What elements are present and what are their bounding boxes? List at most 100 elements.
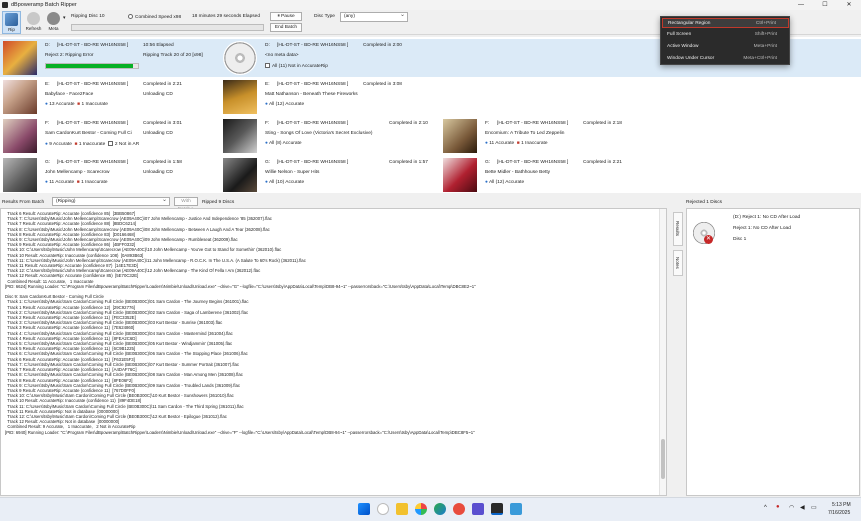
accurate-icon: ●: [485, 180, 488, 185]
drive-card[interactable]: F: [HL-DT-ST - BD-RE WH16NS58 ] Complete…: [220, 117, 438, 155]
combined-speed-value: Combined Speed x98: [135, 14, 182, 20]
rejected-discs-label: Rejected 1 Discs: [686, 200, 722, 205]
drive-device: [HL-DT-ST - BD-RE WH16NS58 ]: [277, 43, 349, 48]
accurate-icon: ●: [265, 141, 268, 146]
meta-button[interactable]: Meta: [44, 11, 63, 34]
drive-card[interactable]: F: [HL-DT-ST - BD-RE WH16NS58 ] Complete…: [0, 117, 218, 155]
chrome-icon[interactable]: [453, 503, 465, 515]
menu-item-shortcut: Meta+Ctrl+Print: [743, 56, 777, 61]
visual-studio-icon[interactable]: [472, 503, 484, 515]
menu-item-full-screen[interactable]: Full Screen Shift+Print: [662, 30, 789, 40]
refresh-button[interactable]: Refresh: [24, 11, 43, 34]
results-from-batch-label: Results From Batch: [2, 200, 45, 205]
drive-status: 10:56 Elapsed: [143, 43, 174, 48]
error-icon: ✕: [704, 235, 713, 244]
drive-status: Completed in 1:58: [143, 160, 182, 165]
app-icon: [2, 2, 8, 8]
refresh-icon: [27, 12, 40, 25]
tray-chevron-icon[interactable]: ^: [764, 505, 767, 511]
rip-icon: [5, 13, 18, 26]
drive-device: [HL-DT-ST - BD-RE WH16NS58 ]: [277, 121, 349, 126]
drive-card[interactable]: F: [HL-DT-ST - BD-RE WH16NS58 ] Complete…: [440, 117, 650, 155]
accurate-icon: ●: [45, 102, 48, 107]
tab-results[interactable]: Results: [673, 212, 683, 246]
drive-card[interactable]: E: [HL-DT-ST - BD-RE WH16NS58 ] Complete…: [220, 78, 520, 116]
drive-card[interactable]: D: [HL-DT-ST - BD-RE WH16NS58 ] Complete…: [220, 39, 520, 77]
end-batch-button[interactable]: End Batch: [270, 23, 302, 32]
results-log[interactable]: Track 6 Result: AccurateRip: Accurate (c…: [0, 208, 667, 496]
volume-icon[interactable]: ◀: [800, 504, 805, 511]
drive-row: F: [HL-DT-ST - BD-RE WH16NS58 ] Complete…: [0, 117, 861, 155]
drive-card[interactable]: G: [HL-DT-ST - BD-RE WH16NS58 ] Complete…: [0, 156, 218, 194]
results-batch-select[interactable]: (Ripping): [52, 196, 170, 206]
log-scrollbar[interactable]: [659, 209, 666, 495]
menu-item-window-under-cursor[interactable]: Window Under Cursor Meta+Ctrl+Print: [662, 54, 789, 64]
app-taskbar-icon[interactable]: [510, 503, 522, 515]
drive-album-text: Bette Midler - Bathhouse Betty: [485, 170, 551, 175]
drive-card[interactable]: E: [HL-DT-ST - BD-RE WH16NS58 ] Complete…: [0, 78, 218, 116]
tab-results-label: Results: [675, 221, 680, 237]
drive-device: [HL-DT-ST - BD-RE WH16NS58 ]: [277, 160, 349, 165]
search-icon[interactable]: [377, 503, 389, 515]
taskbar: ^ ● ◠ ◀ ▭ 5:13 PM 7/16/2025: [0, 497, 861, 521]
tab-notes[interactable]: Notes: [673, 250, 683, 276]
menu-item-active-window[interactable]: Active Window Meta+Print: [662, 42, 789, 52]
drive-album-text: Sting - Songs Of Love (Victoria's Secret…: [265, 131, 373, 136]
file-explorer-icon[interactable]: [396, 503, 408, 515]
drive-result: ● All (8) Accurate: [265, 141, 302, 146]
drive-device: [HL-DT-ST - BD-RE WH16NS58 ]: [57, 82, 129, 87]
drive-letter: D:: [45, 43, 50, 48]
album-cover: [223, 119, 257, 153]
wifi-icon[interactable]: ◠: [789, 504, 794, 511]
drive-result: ● 11 Accurate ■ 1 Inaccurate: [45, 180, 108, 185]
album-cover: [3, 80, 37, 114]
cd-disc-icon: [223, 41, 257, 75]
combined-speed-text: Combined Speed x98: [128, 14, 181, 20]
maximize-button[interactable]: ☐: [813, 0, 837, 10]
clock-date[interactable]: 7/16/2025: [828, 510, 850, 516]
minimize-button[interactable]: —: [789, 0, 813, 10]
drive-device: [HL-DT-ST - BD-RE WH16NS58 ]: [497, 121, 569, 126]
inaccurate-count: 1 Inaccurate: [81, 180, 108, 185]
drive-letter: G:: [45, 160, 51, 165]
battery-icon[interactable]: ▭: [811, 504, 817, 511]
drive-device: [HL-DT-ST - BD-RE WH16NS58 ]: [57, 160, 129, 165]
drive-result: ● All (10) Accurate: [265, 180, 304, 185]
drive-result: ● All (12) Accurate: [265, 102, 304, 107]
disc-type-select[interactable]: (any): [340, 11, 408, 22]
menu-item-rectangular-region[interactable]: Rectangular Region Ctrl+Print: [662, 18, 789, 28]
drive-device: [HL-DT-ST - BD-RE WH16NS58 ]: [497, 160, 569, 165]
batch-ripper-taskbar-icon[interactable]: [491, 503, 503, 515]
photos-icon[interactable]: [415, 503, 427, 515]
menu-item-shortcut: Ctrl+Print: [755, 21, 776, 26]
menu-item-label: Rectangular Region: [668, 21, 711, 26]
inaccurate-icon: ■: [516, 141, 520, 146]
inaccurate-icon: ■: [74, 141, 78, 147]
clock-time[interactable]: 5:13 PM: [832, 502, 851, 508]
close-button[interactable]: ✕: [837, 0, 861, 10]
drive-card[interactable]: D: [HL-DT-ST - BD-RE WH16NS58 ] 10:56 El…: [0, 39, 218, 77]
drive-card[interactable]: G: [HL-DT-ST - BD-RE WH16NS58 ] Complete…: [220, 156, 438, 194]
drive-result: ● 13 Accurate ■ 1 Inaccurate: [45, 102, 108, 107]
edge-icon[interactable]: [434, 503, 446, 515]
title-bar: dBpoweramp Batch Ripper — ☐ ✕: [0, 0, 861, 10]
ripped-discs-label: Ripped 9 Discs: [202, 200, 235, 205]
with-batch-button[interactable]: With Batch >: [174, 197, 198, 212]
start-icon[interactable]: [358, 503, 370, 515]
album-cover: [223, 80, 257, 114]
inaccurate-count: 1 Inaccurate: [81, 102, 108, 107]
drive-letter: E:: [265, 82, 270, 87]
rejected-item[interactable]: ✕ (D:) Reject 1: No CD After Load Reject…: [690, 213, 860, 249]
drive-progress-bar: [45, 63, 139, 69]
album-cover: [443, 119, 477, 153]
side-tabs: Results Notes: [671, 208, 685, 496]
scrollbar-thumb[interactable]: [661, 439, 665, 479]
inaccurate-count: 1 Inaccurate: [521, 141, 548, 146]
drive-row: G: [HL-DT-ST - BD-RE WH16NS58 ] Complete…: [0, 156, 861, 194]
meta-dropdown-arrow-icon[interactable]: ▾: [63, 15, 66, 21]
tray-app-icon[interactable]: ●: [776, 504, 780, 510]
rip-button[interactable]: Rip: [2, 11, 21, 34]
drive-meta-text: <no meta data>: [265, 53, 299, 58]
pause-button[interactable]: ⏸ Pause: [270, 12, 302, 21]
drive-card[interactable]: G: [HL-DT-ST - BD-RE WH16NS58 ] Complete…: [440, 156, 650, 194]
